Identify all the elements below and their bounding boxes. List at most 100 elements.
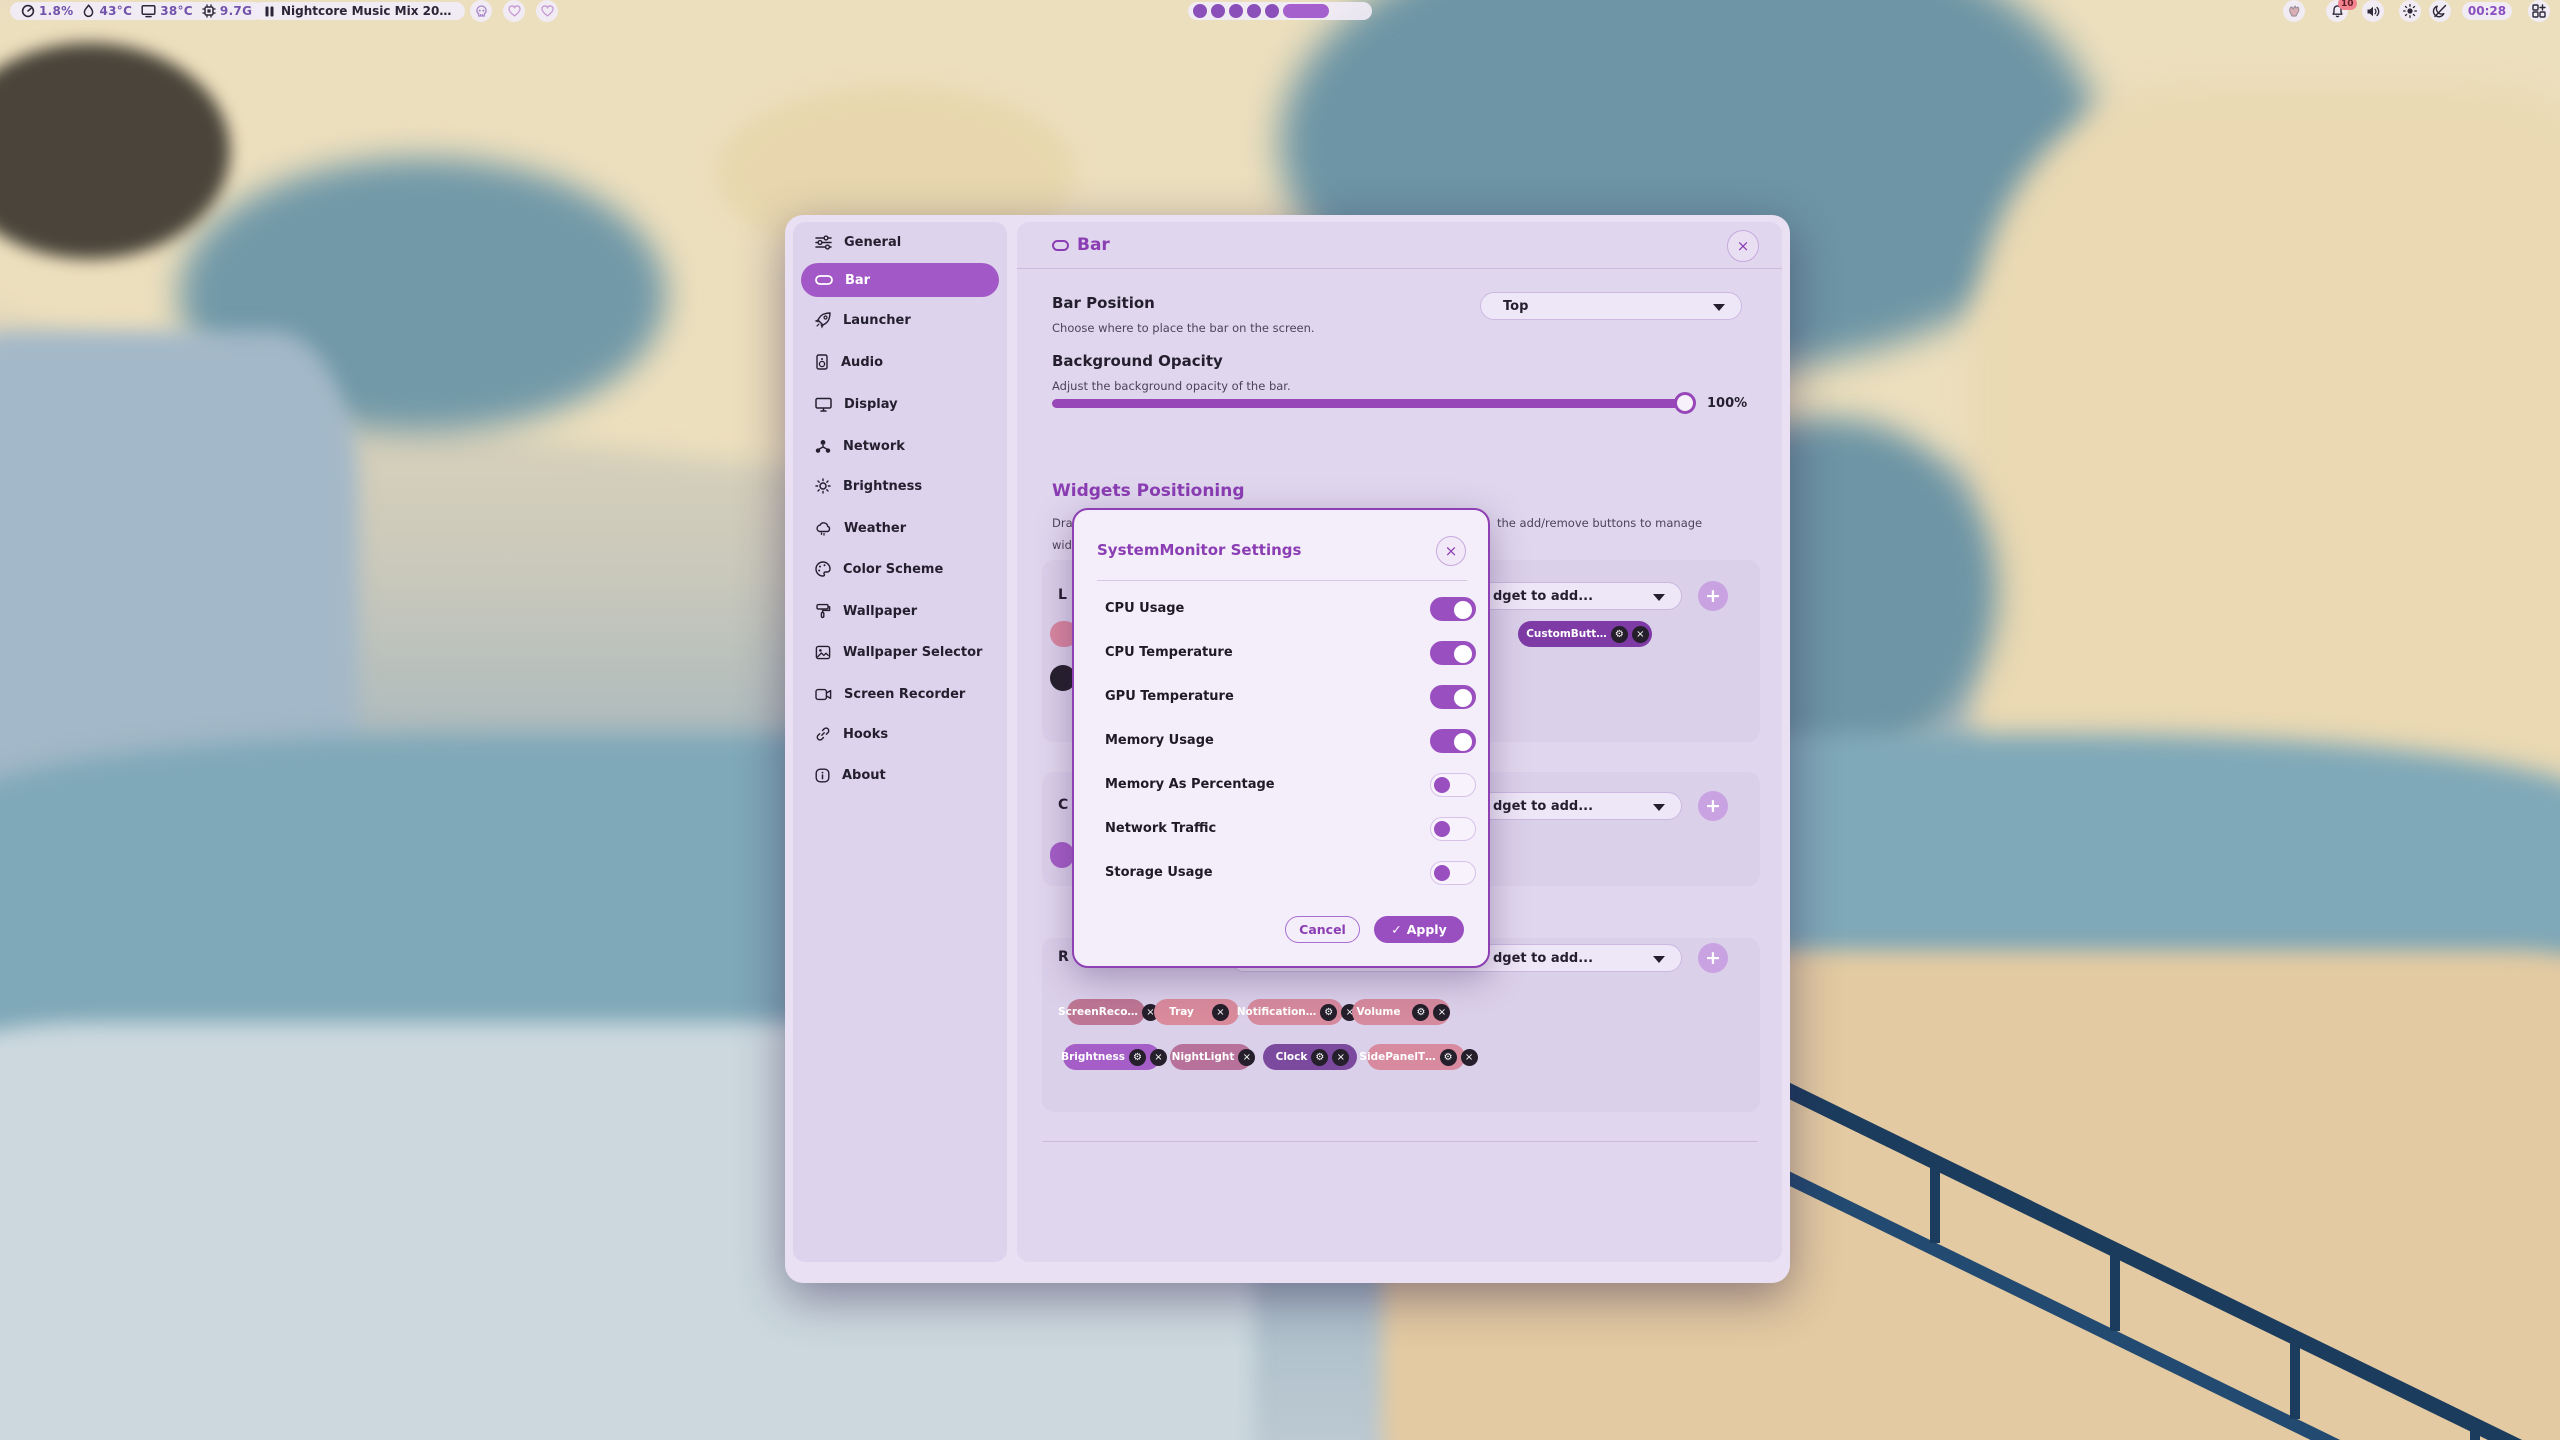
modal-close-button[interactable]: × [1436, 536, 1466, 566]
chip-settings-button[interactable]: ⚙ [1320, 1004, 1337, 1021]
toggle-memory-usage[interactable] [1430, 729, 1476, 753]
top-bar: 1.8% 43°C 38°C 9.7G Nightcore Music Mix … [0, 0, 2560, 22]
center-add-widget-button[interactable]: + [1698, 791, 1728, 821]
toggle-knob [1454, 733, 1472, 751]
widget-chip-sidepanel[interactable]: SidePanelT… ⚙ × [1367, 1044, 1465, 1070]
gear-icon: ⚙ [1615, 629, 1624, 640]
workspace-dot-1[interactable] [1193, 4, 1207, 18]
cpu-load-stat: 1.8% [21, 4, 73, 18]
widget-chip-volume[interactable]: Volume ⚙ × [1352, 999, 1450, 1025]
sidebar-item-about[interactable]: About [801, 758, 999, 792]
volume-icon [2366, 5, 2380, 18]
chip-settings-button[interactable]: ⚙ [1129, 1049, 1146, 1066]
chip-remove-button[interactable]: × [1632, 626, 1649, 643]
chip-settings-button[interactable]: ⚙ [1311, 1049, 1328, 1066]
chip-settings-button[interactable]: ⚙ [1440, 1049, 1457, 1066]
chip-remove-button[interactable]: × [1461, 1049, 1478, 1066]
sidebar-item-wallpaper-selector[interactable]: Wallpaper Selector [801, 635, 999, 669]
chip-settings-button[interactable]: ⚙ [1412, 1004, 1429, 1021]
dropdown-placeholder-fragment: dget to add... [1493, 799, 1593, 814]
workspace-dot-3[interactable] [1229, 4, 1243, 18]
widget-chip-notification[interactable]: Notification… ⚙ × [1247, 999, 1343, 1025]
tray-app-button[interactable] [2283, 0, 2305, 22]
sidebar-item-audio[interactable]: Audio [801, 345, 999, 379]
plus-icon: + [1705, 795, 1721, 817]
heart-icon [541, 5, 554, 17]
widget-chip-clock[interactable]: Clock ⚙ × [1263, 1044, 1357, 1070]
toggle-network-traffic[interactable] [1430, 817, 1476, 841]
hidden-chip-sliver[interactable] [1050, 842, 1074, 868]
plus-icon: + [1705, 585, 1721, 607]
skull-icon [475, 5, 488, 18]
chip-settings-button[interactable]: ⚙ [1611, 626, 1628, 643]
apply-button[interactable]: ✓ Apply [1374, 916, 1464, 943]
toggle-storage-usage[interactable] [1430, 861, 1476, 885]
toggle-label-memory-usage: Memory Usage [1105, 733, 1214, 748]
sidebar-item-bar[interactable]: Bar [801, 263, 999, 297]
toggle-label-storage-usage: Storage Usage [1105, 865, 1213, 880]
chevron-down-icon [1653, 956, 1665, 963]
toggle-cpu-usage[interactable] [1430, 597, 1476, 621]
sun-icon [815, 478, 831, 494]
night-light-button[interactable] [2429, 0, 2451, 22]
apps-grid-plus-icon [2532, 4, 2546, 18]
volume-button[interactable] [2362, 0, 2384, 22]
link-icon [815, 726, 831, 742]
gpu-temp-stat: 38°C [141, 4, 193, 18]
bar-position-dropdown[interactable]: Top [1480, 292, 1742, 320]
widget-chip-screenrecorder[interactable]: ScreenReco… × [1067, 999, 1145, 1025]
wallpaper-railing-post [2470, 1421, 2480, 1440]
media-player-module[interactable]: Nightcore Music Mix 20… [253, 2, 465, 20]
sidebar-item-hooks[interactable]: Hooks [801, 717, 999, 751]
gear-icon: ⚙ [1324, 1007, 1333, 1018]
workspace-dot-5[interactable] [1265, 4, 1279, 18]
favorite-button-1[interactable] [503, 0, 525, 22]
sidebar-item-label: Hooks [843, 727, 888, 742]
sidebar-item-wallpaper[interactable]: Wallpaper [801, 594, 999, 628]
toggle-knob [1434, 821, 1450, 837]
workspace-dot-2[interactable] [1211, 4, 1225, 18]
background-opacity-value: 100% [1707, 396, 1747, 411]
chip-remove-button[interactable]: × [1150, 1049, 1167, 1066]
sidebar-item-label: General [844, 235, 901, 250]
skull-button[interactable] [470, 0, 492, 22]
workspace-dot-4[interactable] [1247, 4, 1261, 18]
workspaces-indicator[interactable] [1188, 2, 1372, 20]
chip-remove-button[interactable]: × [1332, 1049, 1349, 1066]
sidebar-item-network[interactable]: Network [801, 429, 999, 463]
chip-remove-button[interactable]: × [1212, 1004, 1229, 1021]
clock-module[interactable]: 00:28 [2462, 2, 2512, 20]
sidebar-item-color-scheme[interactable]: Color Scheme [801, 552, 999, 586]
close-icon: × [1737, 237, 1750, 255]
sidebar-item-launcher[interactable]: Launcher [801, 303, 999, 337]
widget-chip-tray[interactable]: Tray × [1154, 999, 1239, 1025]
sidebar-item-display[interactable]: Display [801, 387, 999, 421]
dropdown-placeholder-fragment: dget to add... [1493, 951, 1593, 966]
widget-chip-nightlight[interactable]: NightLight × [1170, 1044, 1252, 1070]
dashboard-button[interactable] [2528, 0, 2550, 22]
sidebar-item-weather[interactable]: Weather [801, 511, 999, 545]
notifications-button[interactable]: 10 [2326, 0, 2348, 22]
widget-chip-custombutton[interactable]: CustomButt… ⚙ × [1518, 621, 1652, 647]
cancel-button[interactable]: Cancel [1285, 916, 1360, 943]
widget-chip-brightness[interactable]: Brightness ⚙ × [1063, 1044, 1160, 1070]
left-add-widget-button[interactable]: + [1698, 581, 1728, 611]
background-opacity-slider[interactable] [1052, 399, 1692, 408]
toggle-gpu-temperature[interactable] [1430, 685, 1476, 709]
sidebar-item-screen-recorder[interactable]: Screen Recorder [801, 677, 999, 711]
favorite-button-2[interactable] [536, 0, 558, 22]
toggle-cpu-temperature[interactable] [1430, 641, 1476, 665]
chip-remove-button[interactable]: × [1433, 1004, 1450, 1021]
toggle-memory-as-percentage[interactable] [1430, 773, 1476, 797]
sidebar-item-brightness[interactable]: Brightness [801, 469, 999, 503]
opacity-slider-knob[interactable] [1674, 392, 1696, 414]
right-add-widget-button[interactable]: + [1698, 943, 1728, 973]
window-close-button[interactable]: × [1727, 230, 1759, 262]
crescent-slash-icon [2433, 4, 2447, 18]
chip-remove-button[interactable]: × [1238, 1049, 1255, 1066]
workspace-active-pill[interactable] [1283, 4, 1329, 18]
sidebar-item-general[interactable]: General [801, 225, 999, 259]
close-icon: × [1445, 542, 1458, 560]
chevron-down-icon [1713, 304, 1725, 311]
brightness-button[interactable] [2399, 0, 2421, 22]
